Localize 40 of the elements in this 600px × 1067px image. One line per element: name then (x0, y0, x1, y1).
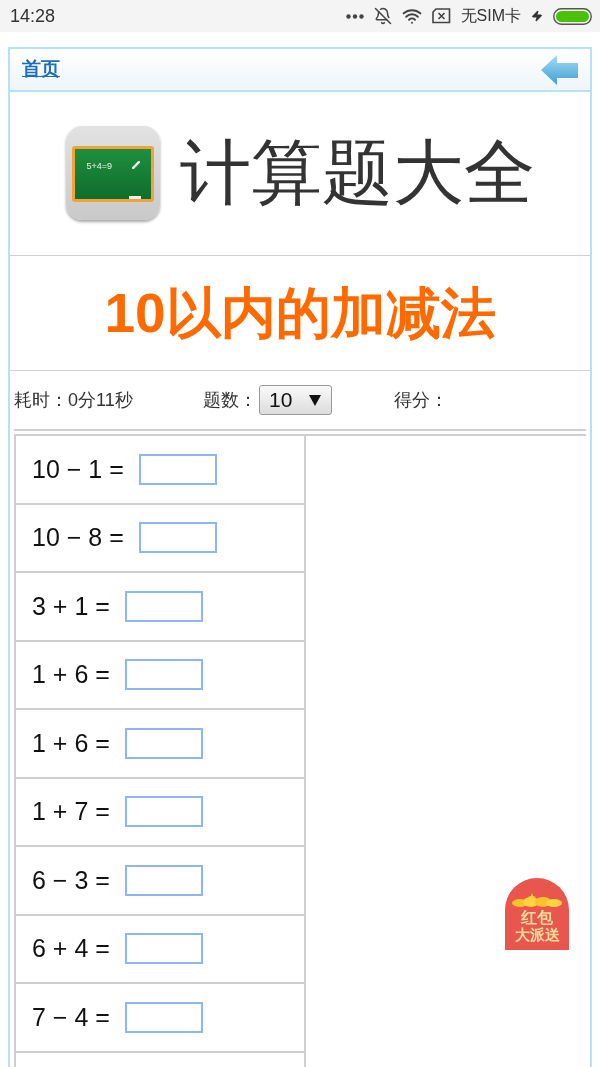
answer-field[interactable] (138, 522, 217, 554)
back-arrow-icon[interactable] (541, 54, 578, 85)
section-title: 10以内的加减法 (104, 285, 496, 341)
elapsed-time-text: 耗时：0分11秒 (14, 388, 134, 412)
chalk-icon (131, 160, 140, 169)
dropdown-caret-icon (309, 394, 321, 406)
battery-icon (553, 7, 592, 25)
chalkboard-text: 5+4=9 (86, 161, 113, 171)
answer-field[interactable] (124, 590, 203, 622)
equation-text: 3 + 1 = (32, 590, 110, 622)
answer-field[interactable] (124, 1001, 203, 1033)
answer-field[interactable] (124, 796, 203, 828)
status-time: 14:28 (10, 4, 56, 28)
app-title: 计算题大全 (179, 137, 535, 208)
question-count-label: 题数： (203, 388, 257, 412)
wifi-icon (401, 6, 422, 26)
equation-text: 1 + 7 = (32, 796, 110, 827)
answer-field[interactable] (124, 727, 203, 759)
home-link[interactable]: 首页 (22, 55, 60, 84)
charging-bolt-icon (531, 10, 543, 22)
bell-off-icon (373, 7, 392, 25)
sim-off-icon (431, 8, 451, 24)
carrier-text: 无SIM卡 (460, 6, 521, 26)
answer-field[interactable] (124, 659, 203, 691)
equation-text: 7 − 4 = (32, 1001, 110, 1033)
answer-field[interactable] (124, 933, 203, 965)
question-count-select[interactable]: 10 (259, 385, 332, 415)
coins-icon (512, 891, 562, 907)
equation-text: 1 + 6 = (32, 727, 110, 759)
eraser-icon (128, 195, 141, 199)
equation-text: 10 − 1 = (32, 453, 124, 485)
equation-text: 1 + 6 = (32, 659, 110, 690)
answer-field[interactable] (124, 864, 203, 896)
equation-text: 6 + 4 = (32, 933, 110, 964)
equation-text: 6 − 3 = (32, 864, 110, 896)
envelope-button[interactable]: 红包 大派送 (505, 878, 569, 950)
score-label: 得分： (394, 388, 448, 412)
more-dots-icon (345, 13, 364, 19)
equation-text: 10 − 8 = (32, 522, 124, 553)
answer-field[interactable] (138, 453, 217, 485)
